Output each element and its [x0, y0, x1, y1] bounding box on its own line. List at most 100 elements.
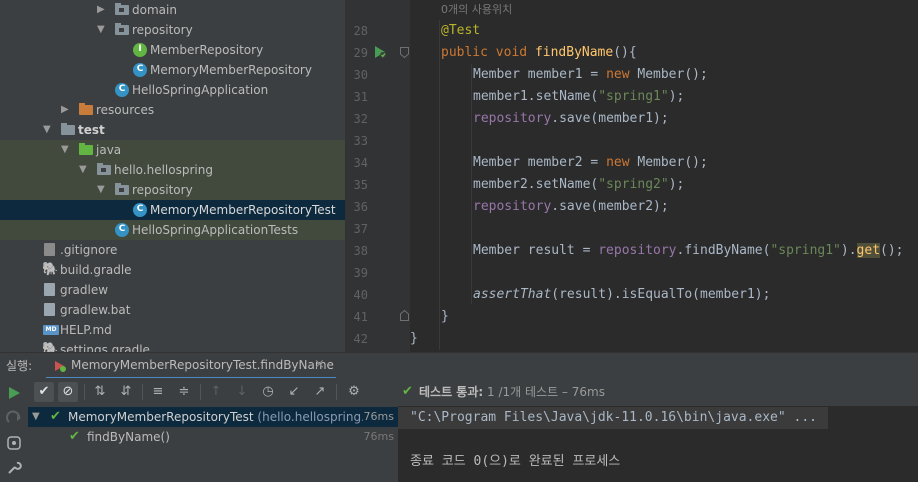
code-editor[interactable]: 0개의 사용위치 @Test public void findByName(){…	[410, 0, 918, 352]
chevron-down-icon[interactable]: ▼	[97, 180, 105, 200]
run-test-gutter-icon[interactable]	[373, 45, 387, 59]
show-passed-button[interactable]: ✔	[34, 382, 54, 402]
tree-item-hello-spring-application-tests[interactable]: C HelloSpringApplicationTests	[0, 220, 345, 240]
fold-marker-icon[interactable]	[400, 47, 409, 58]
tree-label: domain	[132, 3, 177, 17]
tree-item-gradlew[interactable]: gradlew	[0, 280, 345, 300]
code-line-35: member2.setName("spring2");	[473, 174, 684, 196]
test-row-suite[interactable]: ▼ ✔ MemoryMemberRepositoryTest (hello.he…	[28, 407, 398, 427]
indent-guide	[471, 64, 472, 304]
line-number: 41	[353, 310, 368, 324]
tree-item-domain[interactable]: ▶ domain	[0, 0, 345, 20]
string-literal: "spring1"	[598, 89, 669, 104]
tree-item-java[interactable]: ▼ java	[0, 140, 345, 160]
test-results-tree[interactable]: ▼ ✔ MemoryMemberRepositoryTest (hello.he…	[28, 406, 398, 482]
tree-item-gitignore[interactable]: .gitignore	[0, 240, 345, 260]
chevron-down-icon[interactable]: ▼	[61, 140, 69, 160]
tree-item-test[interactable]: ▼ test	[0, 120, 345, 140]
code-text: );	[668, 177, 685, 192]
tree-label: gradlew.bat	[60, 303, 131, 317]
test-class-icon: C	[133, 203, 147, 217]
editor-gutter[interactable]: 28 29 30 31 32 33 34 35 36 37 38 39 40 4…	[345, 0, 411, 352]
markdown-icon: MD	[43, 325, 59, 335]
passed-check-icon: ✔	[50, 409, 61, 424]
package-icon	[97, 163, 111, 175]
line-number: 31	[353, 90, 368, 104]
line-number: 39	[353, 266, 368, 280]
expand-all-button[interactable]: ≡	[148, 382, 168, 402]
toolbar-separator	[84, 384, 85, 400]
tree-item-build-gradle[interactable]: 🐘 build.gradle	[0, 260, 345, 280]
rerun-failed-icon[interactable]	[6, 410, 22, 426]
tree-label: settings.gradle	[60, 343, 150, 352]
tree-item-settings-gradle[interactable]: 🐘 settings.gradle	[0, 340, 345, 353]
tree-item-gradlew-bat[interactable]: gradlew.bat	[0, 300, 345, 320]
rerun-icon[interactable]	[7, 386, 21, 400]
code-line-34: Member member2 = new Member();	[473, 152, 708, 174]
run-tab[interactable]: MemoryMemberRepositoryTest.findByName ×	[46, 353, 336, 379]
console-output[interactable]: "C:\Program Files\Java\jdk-11.0.16\bin\j…	[398, 406, 918, 482]
chevron-down-icon[interactable]: ▼	[79, 160, 87, 180]
code-text: Member result =	[473, 243, 599, 258]
run-tool-window-header: 실행: MemoryMemberRepositoryTest.findByNam…	[0, 352, 918, 379]
next-failed-button[interactable]: ↓	[232, 382, 252, 402]
sort-by-duration-button[interactable]: ⇵	[116, 382, 136, 402]
chevron-right-icon[interactable]: ▶	[61, 100, 69, 120]
previous-failed-button[interactable]: ↑	[206, 382, 226, 402]
line-number: 33	[353, 134, 368, 148]
tree-item-memory-member-repository[interactable]: C MemoryMemberRepository	[0, 60, 345, 80]
chevron-right-icon[interactable]: ▶	[97, 0, 105, 20]
show-ignored-button[interactable]: ⊘	[58, 382, 78, 402]
test-row-method[interactable]: ✔ findByName() 76ms	[28, 427, 398, 447]
method-name: findByName	[534, 45, 614, 60]
tree-item-repository[interactable]: ▼ repository	[0, 20, 345, 40]
code-line-32: repository.save(member1);	[473, 108, 669, 130]
code-line-30: Member member1 = new Member();	[473, 64, 708, 86]
test-class-icon: C	[115, 223, 129, 237]
tree-label: build.gradle	[60, 263, 132, 277]
tree-item-resources[interactable]: ▶ resources	[0, 100, 345, 120]
export-tests-button[interactable]: ↗	[310, 382, 330, 402]
project-tree[interactable]: ▶ domain ▼ repository I MemberRepository…	[0, 0, 345, 352]
code-text: member1.setName(	[473, 89, 599, 104]
tree-item-hello-spring-application[interactable]: C HelloSpringApplication	[0, 80, 345, 100]
code-line-38: Member result = repository.findByName("s…	[473, 240, 904, 262]
chevron-down-icon[interactable]: ▼	[43, 120, 51, 140]
tree-item-member-repository[interactable]: I MemberRepository	[0, 40, 345, 60]
import-tests-button[interactable]: ↙	[284, 382, 304, 402]
method-call-highlight: get	[856, 243, 881, 258]
code-text: .findByName(	[676, 243, 771, 258]
tree-label: hello.hellospring	[114, 163, 213, 177]
run-panel: ✔ ⊘ ⇅ ⇵ ≡ ≑ ↑ ↓ ◷ ↙ ↗ ⚙ ✔ 테스트 통과: 1 /1개 …	[0, 378, 918, 482]
tree-item-test-repository[interactable]: ▼ repository	[0, 180, 345, 200]
tree-label: MemberRepository	[150, 43, 264, 57]
tree-label: HelloSpringApplication	[132, 83, 269, 97]
test-duration: 76ms	[363, 430, 394, 443]
close-icon[interactable]: ×	[314, 353, 325, 377]
wrench-icon[interactable]	[6, 460, 22, 476]
chevron-down-icon[interactable]: ▼	[97, 20, 105, 40]
code-text: member2.setName(	[473, 177, 599, 192]
toolbar-separator	[336, 384, 337, 400]
code-text: Member();	[629, 67, 708, 82]
test-history-button[interactable]: ◷	[258, 382, 278, 402]
field: repository	[473, 199, 552, 214]
tree-item-help-md[interactable]: MD HELP.md	[0, 320, 345, 340]
code-text: );	[668, 89, 685, 104]
run-tab-title: MemoryMemberRepositoryTest.findByName	[71, 358, 334, 372]
collapse-all-button[interactable]: ≑	[174, 382, 194, 402]
tree-item-hello-hellospring[interactable]: ▼ hello.hellospring	[0, 160, 345, 180]
settings-gear-icon[interactable]: ⚙	[344, 382, 364, 402]
sort-alphabetically-button[interactable]: ⇅	[90, 382, 110, 402]
fold-marker-icon[interactable]	[400, 310, 409, 321]
usage-hint[interactable]: 0개의 사용위치	[441, 0, 512, 20]
tree-item-memory-member-repository-test[interactable]: C MemoryMemberRepositoryTest	[0, 200, 345, 220]
code-text: (){	[613, 45, 637, 60]
gradle-icon: 🐘	[42, 342, 59, 353]
annotation: @Test	[441, 23, 481, 38]
line-number: 30	[353, 68, 368, 82]
folder-icon	[61, 123, 75, 135]
toggle-auto-test-icon[interactable]	[6, 435, 22, 451]
line-number: 35	[353, 178, 368, 192]
chevron-down-icon[interactable]: ▼	[32, 407, 40, 427]
